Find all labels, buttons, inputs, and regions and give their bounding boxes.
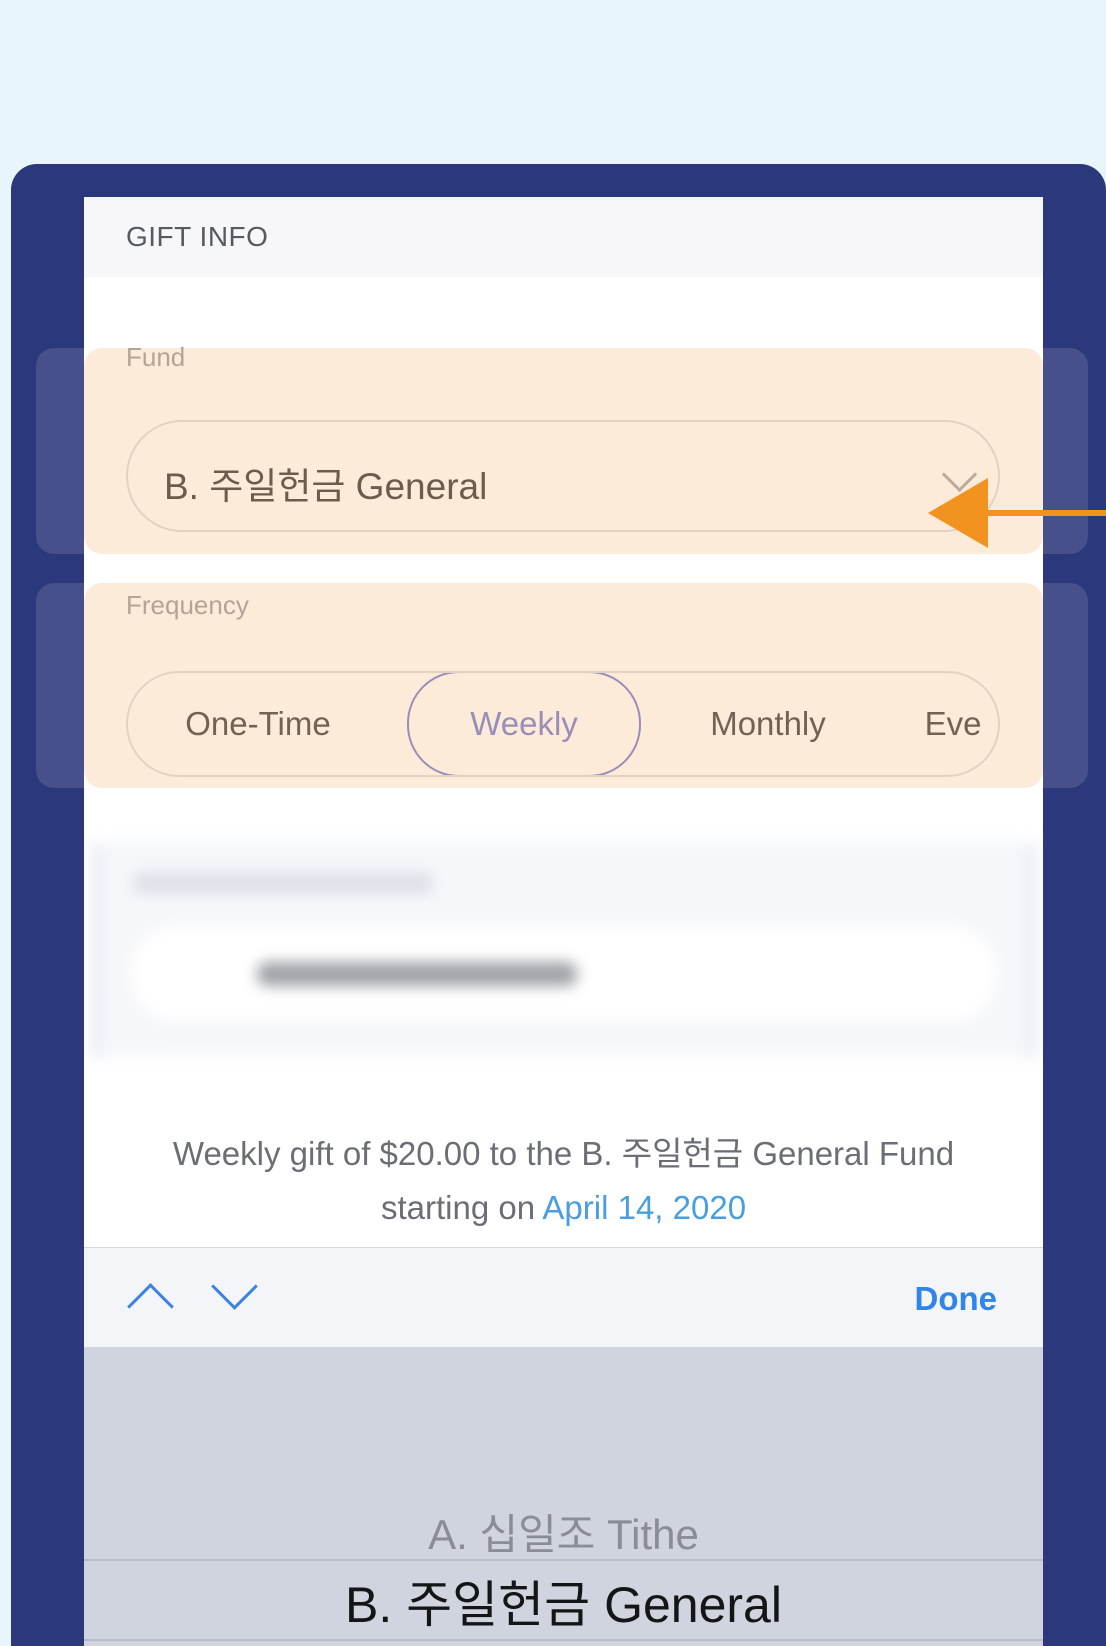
summary-starting-prefix: starting on: [380, 1189, 536, 1226]
done-button[interactable]: Done: [915, 1280, 998, 1318]
frequency-label: Frequency: [126, 590, 249, 620]
blurred-text: [257, 962, 577, 986]
summary-date[interactable]: April 14, 2020: [542, 1189, 746, 1226]
fund-select[interactable]: B. 주일헌금 General: [126, 420, 1000, 532]
section-title: GIFT INFO: [126, 221, 269, 252]
keyboard-toolbar: Done: [84, 1247, 1043, 1348]
summary-start: starting on April 14, 2020: [84, 1181, 1043, 1235]
summary-line: Weekly gift of $20.00 to the B. 주일헌금 Gen…: [172, 1135, 955, 1172]
section-header: GIFT INFO: [84, 197, 1043, 277]
fund-selected-value: B. 주일헌금 General: [164, 466, 488, 507]
blurred-cover-fees-card: [94, 842, 1034, 1057]
fund-picker[interactable]: A. 십일조 Tithe B. 주일헌금 General: [84, 1347, 1043, 1646]
picker-item-selected[interactable]: B. 주일헌금 General: [84, 1565, 1043, 1637]
chevron-up-icon[interactable]: [127, 1283, 174, 1330]
frequency-option-one-time[interactable]: One-Time: [158, 673, 358, 775]
frequency-option-weekly[interactable]: Weekly: [407, 673, 641, 775]
gift-summary: Weekly gift of $20.00 to the B. 주일헌금 Gen…: [84, 1127, 1043, 1235]
frequency-option-monthly[interactable]: Monthly: [668, 673, 868, 775]
picker-item[interactable]: A. 십일조 Tithe: [84, 1501, 1043, 1562]
blurred-label: [133, 872, 433, 894]
gift-form-screen: GIFT INFO Fund B. 주일헌금 General Frequency…: [84, 197, 1043, 1646]
frequency-segmented-control: One-Time Weekly Monthly Eve: [126, 671, 1000, 777]
chevron-down-icon[interactable]: [211, 1263, 258, 1310]
fund-label: Fund: [126, 342, 186, 372]
frequency-option-every[interactable]: Eve: [898, 673, 998, 775]
picker-selection-line-bottom: [84, 1639, 1043, 1641]
arrow-left-icon: [928, 478, 988, 548]
picker-selection-line-top: [84, 1559, 1043, 1561]
